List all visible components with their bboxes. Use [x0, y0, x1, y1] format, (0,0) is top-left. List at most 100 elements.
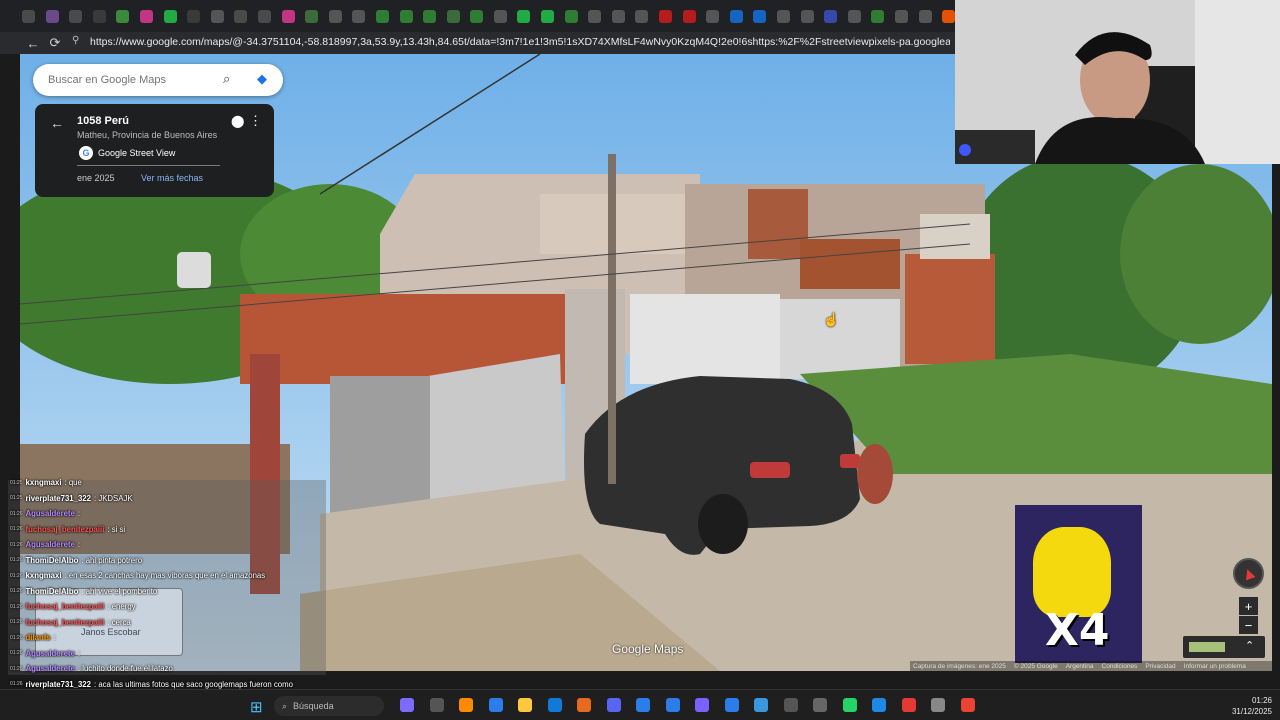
back-arrow-icon[interactable]: ← — [50, 115, 64, 131]
browser-tab-favicon-icon[interactable] — [139, 9, 153, 23]
attribution-item[interactable]: Condiciones — [1102, 663, 1138, 670]
chat-username[interactable]: kxngmaxi — [26, 478, 62, 487]
taskbar-app-icon[interactable] — [842, 698, 857, 712]
browser-tab-favicon-icon[interactable] — [635, 9, 649, 23]
taskbar-search[interactable]: ⌕ Búsqueda — [274, 696, 384, 716]
chat-username[interactable]: dilanfs — [26, 633, 51, 642]
system-clock[interactable]: 01:26 31/12/2025 — [1222, 695, 1272, 717]
search-icon[interactable]: ⌕ — [223, 71, 230, 87]
browser-tab-favicon-icon[interactable] — [45, 9, 59, 23]
browser-tab-favicon-icon[interactable] — [517, 9, 531, 23]
chat-username[interactable]: ThomiDelAlbo — [26, 556, 79, 565]
more-options-icon[interactable]: ⋮ — [249, 113, 262, 129]
taskbar-app-icon[interactable] — [429, 698, 444, 712]
browser-tab-favicon-icon[interactable] — [210, 9, 224, 23]
more-dates-link[interactable]: Ver más fechas — [141, 173, 203, 183]
maps-search-box[interactable]: ⌕ ◆ — [33, 64, 283, 96]
chat-username[interactable]: Agusalderete — [26, 664, 75, 673]
browser-tab-favicon-icon[interactable] — [399, 9, 413, 23]
browser-tab-favicon-icon[interactable] — [824, 9, 838, 23]
browser-tab-favicon-icon[interactable] — [682, 9, 696, 23]
browser-tab-favicon-icon[interactable] — [871, 9, 885, 23]
chat-username[interactable]: kxngmaxi — [26, 571, 62, 580]
taskbar-app-icon[interactable] — [872, 698, 886, 712]
chat-username[interactable]: ThomiDelAlbo — [26, 587, 79, 596]
taskbar-app-icon[interactable] — [488, 698, 503, 712]
taskbar-app-icon[interactable] — [695, 698, 709, 712]
zoom-in-button[interactable]: + — [1239, 597, 1258, 615]
browser-tab-favicon-icon[interactable] — [611, 9, 625, 23]
taskbar-app-icon[interactable] — [754, 698, 768, 712]
browser-tab-favicon-icon[interactable] — [92, 9, 106, 23]
browser-tab-favicon-icon[interactable] — [69, 9, 83, 23]
browser-tab-favicon-icon[interactable] — [493, 9, 507, 23]
browser-tab-favicon-icon[interactable] — [328, 9, 342, 23]
browser-tab-favicon-icon[interactable] — [22, 9, 35, 23]
browser-tab-favicon-icon[interactable] — [753, 9, 767, 23]
zoom-out-button[interactable]: − — [1239, 616, 1258, 634]
expand-icon[interactable]: ⌃ — [1245, 639, 1254, 652]
browser-tab-favicon-icon[interactable] — [305, 9, 319, 23]
chat-username[interactable]: Agusalderete — [26, 509, 75, 518]
browser-tab-favicon-icon[interactable] — [706, 9, 720, 23]
directions-icon[interactable]: ◆ — [257, 71, 267, 87]
maps-search-input[interactable] — [48, 74, 218, 86]
browser-tab-favicon-icon[interactable] — [777, 9, 790, 23]
browser-tab-favicon-icon[interactable] — [659, 9, 673, 23]
chat-username[interactable]: fuchosaj_benitezpaiii — [26, 525, 105, 534]
taskbar-app-icon[interactable] — [636, 698, 650, 712]
chat-username[interactable]: fuchosaj_benitezpaiii — [26, 602, 105, 611]
chat-username[interactable]: riverplate731_322 — [26, 494, 91, 503]
taskbar-app-icon[interactable] — [901, 698, 916, 712]
back-icon[interactable]: ← — [22, 32, 44, 54]
browser-tab-favicon-icon[interactable] — [257, 9, 271, 23]
browser-tab-favicon-icon[interactable] — [187, 9, 201, 23]
browser-tab-favicon-icon[interactable] — [564, 9, 578, 23]
chat-username[interactable]: Agusalderete — [26, 540, 75, 549]
taskbar-app-icon[interactable] — [577, 698, 591, 712]
attribution-item[interactable]: Informar un problema — [1184, 663, 1246, 670]
browser-tab-favicon-icon[interactable] — [800, 9, 814, 23]
browser-tab-favicon-icon[interactable] — [729, 9, 743, 23]
reload-icon[interactable]: ⟳ — [44, 32, 66, 54]
browser-tab-favicon-icon[interactable] — [470, 9, 484, 23]
windows-start-icon[interactable]: ⊞ — [250, 698, 263, 716]
taskbar-app-icon[interactable] — [518, 698, 532, 712]
browser-tab-strip[interactable] — [0, 0, 956, 32]
browser-tab-favicon-icon[interactable] — [116, 9, 130, 23]
taskbar-app-icon[interactable] — [783, 698, 798, 712]
browser-tab-favicon-icon[interactable] — [942, 9, 956, 23]
location-pin-icon[interactable]: ⬤ — [231, 114, 244, 128]
chat-username[interactable]: Agusalderete — [26, 649, 75, 658]
site-info-icon[interactable]: ⚲ — [72, 35, 79, 46]
browser-tab-favicon-icon[interactable] — [588, 9, 602, 23]
taskbar-app-icon[interactable] — [665, 698, 680, 712]
browser-tab-favicon-icon[interactable] — [423, 9, 437, 23]
taskbar-app-icon[interactable] — [459, 698, 473, 712]
url-field[interactable]: https://www.google.com/maps/@-34.3751104… — [90, 36, 950, 48]
compass-icon[interactable] — [1233, 558, 1264, 589]
taskbar-app-icon[interactable] — [724, 698, 739, 712]
browser-tab-favicon-icon[interactable] — [352, 9, 366, 23]
browser-tab-favicon-icon[interactable] — [234, 9, 248, 23]
chat-timestamp: 01:25 — [10, 479, 23, 486]
browser-tab-favicon-icon[interactable] — [446, 9, 460, 23]
taskbar-app-icon[interactable] — [813, 698, 827, 712]
chat-username[interactable]: riverplate731_322 — [26, 680, 91, 689]
browser-tab-favicon-icon[interactable] — [918, 9, 932, 23]
street-view-info-card: ← 1058 Perú Matheu, Provincia de Buenos … — [35, 104, 274, 197]
browser-tab-favicon-icon[interactable] — [281, 9, 295, 23]
taskbar-app-icon[interactable] — [606, 698, 621, 712]
browser-tab-favicon-icon[interactable] — [847, 9, 861, 23]
minimap-toggle[interactable]: ⌃ — [1183, 636, 1265, 658]
browser-tab-favicon-icon[interactable] — [163, 9, 177, 23]
taskbar-app-icon[interactable] — [931, 698, 945, 712]
taskbar-app-icon[interactable] — [547, 698, 562, 712]
taskbar-app-icon[interactable] — [400, 698, 414, 712]
browser-tab-favicon-icon[interactable] — [375, 9, 389, 23]
attribution-item[interactable]: Privacidad — [1145, 663, 1175, 670]
browser-tab-favicon-icon[interactable] — [541, 9, 555, 23]
browser-tab-favicon-icon[interactable] — [894, 9, 908, 23]
taskbar-app-icon[interactable] — [960, 698, 975, 712]
chat-username[interactable]: fuchosaj_benitezpaiii — [26, 618, 105, 627]
